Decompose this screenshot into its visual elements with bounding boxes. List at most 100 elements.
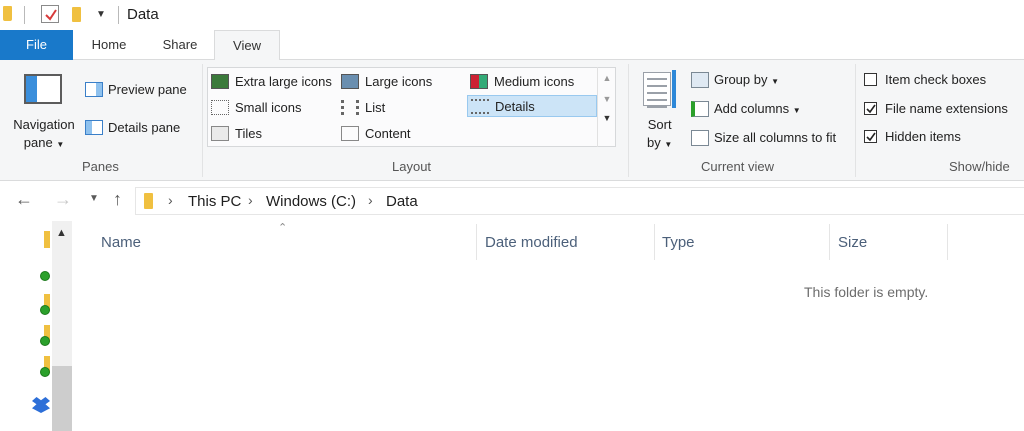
checkmark-icon: [866, 132, 876, 142]
layout-item-label: Large icons: [365, 73, 433, 89]
forward-arrow-icon[interactable]: →: [54, 189, 72, 210]
file-name-extensions-checkbox[interactable]: [864, 102, 877, 115]
folder-icon[interactable]: [44, 231, 50, 248]
details-pane-icon: [85, 120, 103, 135]
tab-share[interactable]: Share: [148, 30, 212, 60]
large-icons-icon: [341, 73, 359, 89]
sync-ok-icon: [40, 336, 50, 346]
scroll-down-icon[interactable]: ▼: [598, 94, 616, 104]
size-columns-icon: [691, 130, 709, 146]
layout-item-label: Extra large icons: [235, 73, 332, 89]
scroll-up-icon[interactable]: ▲: [56, 227, 67, 239]
panes-group-label: Panes: [82, 159, 119, 174]
extra-large-icons-icon: [211, 73, 229, 89]
group-by-icon: [691, 72, 709, 88]
column-header-type[interactable]: Type: [662, 229, 695, 259]
checkmark-icon: [45, 9, 57, 21]
checkmark-icon: [866, 104, 876, 114]
up-arrow-icon[interactable]: ↑: [113, 189, 122, 210]
column-header-date-modified[interactable]: Date modified: [485, 229, 578, 259]
layout-item-label: Content: [365, 125, 411, 141]
tab-view[interactable]: View: [214, 30, 280, 61]
column-header-name[interactable]: Name: [101, 229, 141, 259]
group-divider: [628, 64, 629, 177]
layout-item-label: Details: [495, 98, 535, 114]
column-divider[interactable]: [476, 224, 477, 260]
layout-small-icons[interactable]: Small icons: [211, 96, 301, 118]
layout-list[interactable]: List: [341, 96, 385, 118]
tab-home[interactable]: Home: [75, 30, 143, 60]
layout-large-icons[interactable]: Large icons: [341, 70, 432, 92]
medium-icons-icon: [470, 73, 488, 89]
layout-extra-large-icons[interactable]: Extra large icons: [211, 70, 332, 92]
group-divider: [855, 64, 856, 177]
show-hide-group-label: Show/hide: [949, 159, 1010, 174]
layout-group-label: Layout: [392, 159, 432, 174]
navigation-pane-label-line2: pane: [23, 135, 53, 150]
toolbar-separator: [24, 6, 25, 24]
layout-item-label: Small icons: [235, 99, 302, 115]
new-folder-quick-access-button[interactable]: [72, 7, 81, 22]
sort-by-label-line2: by: [647, 135, 661, 150]
group-by-label: Group by: [714, 72, 768, 87]
recent-locations-chevron-icon[interactable]: ▼: [89, 193, 99, 204]
content-icon: [341, 125, 359, 141]
hidden-items-label: Hidden items: [885, 129, 961, 144]
list-icon: [341, 99, 359, 115]
item-check-boxes-checkbox[interactable]: [864, 73, 877, 86]
window-title: Data: [127, 6, 159, 23]
column-divider[interactable]: [654, 224, 655, 260]
gallery-more-icon[interactable]: ▼: [598, 113, 616, 123]
layout-gallery-scroll[interactable]: ▲ ▼ ▼: [597, 67, 616, 147]
sort-indicator-icon: ⌃: [278, 222, 288, 234]
layout-content[interactable]: Content: [341, 122, 411, 144]
dropbox-icon[interactable]: [32, 397, 50, 413]
empty-folder-message: This folder is empty.: [804, 284, 929, 300]
dropdown-arrow-icon: ▼: [56, 140, 65, 149]
item-check-boxes-label: Item check boxes: [885, 72, 987, 87]
properties-quick-access-button[interactable]: [41, 5, 59, 23]
navigation-pane-label: Navigation: [13, 117, 75, 132]
scrollbar-thumb[interactable]: [52, 366, 72, 431]
breadcrumb-windows-c[interactable]: Windows (C:): [266, 193, 356, 210]
scroll-up-icon[interactable]: ▲: [598, 73, 616, 83]
details-pane-label: Details pane: [108, 120, 181, 135]
add-columns-icon: [691, 101, 709, 117]
layout-medium-icons[interactable]: Medium icons: [470, 70, 574, 92]
dropdown-arrow-icon: ▼: [771, 77, 780, 86]
hidden-items-checkbox[interactable]: [864, 130, 877, 143]
layout-details[interactable]: Details: [467, 95, 597, 117]
details-icon: [471, 98, 489, 114]
title-bar: ▼ Data: [0, 0, 1024, 30]
folder-icon: [144, 193, 153, 209]
address-bar: ← → ▼ ↑ › This PC › Windows (C:) › Data: [0, 181, 1024, 221]
column-header-size[interactable]: Size: [838, 229, 867, 259]
tab-file[interactable]: File: [0, 30, 73, 60]
ribbon-tabs: File Home Share View: [0, 30, 1024, 61]
navigation-pane-scrollbar[interactable]: ▲: [52, 221, 72, 431]
chevron-right-icon[interactable]: ›: [168, 192, 173, 208]
layout-tiles[interactable]: Tiles: [211, 122, 262, 144]
sync-ok-icon: [40, 271, 50, 281]
column-divider[interactable]: [829, 224, 830, 260]
column-divider[interactable]: [947, 224, 948, 260]
breadcrumb-this-pc[interactable]: This PC: [188, 193, 241, 210]
layout-item-label: List: [365, 99, 386, 115]
address-field[interactable]: › This PC › Windows (C:) › Data: [135, 187, 1024, 215]
preview-pane-icon: [85, 82, 103, 97]
back-arrow-icon[interactable]: ←: [15, 189, 33, 210]
ribbon: Navigation pane ▼ Preview pane Details p…: [0, 60, 1024, 181]
sort-by-icon: [643, 72, 671, 108]
chevron-right-icon[interactable]: ›: [248, 192, 253, 208]
customize-quick-access-icon[interactable]: ▼: [96, 9, 106, 20]
sort-arrow-icon: [672, 70, 676, 108]
breadcrumb-data[interactable]: Data: [386, 193, 418, 210]
current-view-group-label: Current view: [701, 159, 774, 174]
tiles-icon: [211, 125, 229, 141]
small-icons-icon: [211, 99, 229, 115]
toolbar-separator: [118, 6, 119, 24]
sync-ok-icon: [40, 305, 50, 315]
sort-by-label: Sort: [647, 117, 672, 132]
layout-item-label: Medium icons: [494, 73, 575, 89]
chevron-right-icon[interactable]: ›: [368, 192, 373, 208]
